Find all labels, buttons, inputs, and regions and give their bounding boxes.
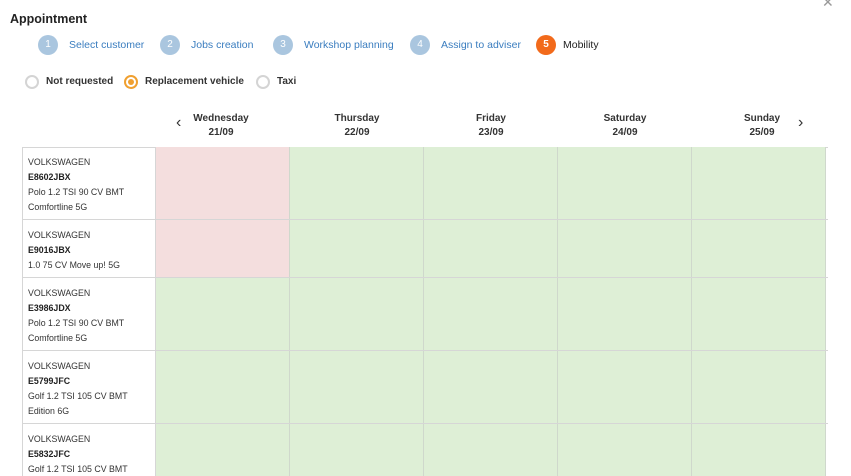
radio-circle[interactable] bbox=[256, 74, 270, 89]
vehicle-brand: VOLKSWAGEN bbox=[28, 434, 91, 444]
availability-cell[interactable] bbox=[424, 424, 558, 476]
availability-cell[interactable] bbox=[692, 147, 826, 219]
step-label: Mobility bbox=[563, 38, 599, 51]
table-row: VOLKSWAGEN E8602JBX Polo 1.2 TSI 90 CV B… bbox=[22, 147, 828, 220]
availability-cell[interactable] bbox=[156, 147, 290, 219]
vehicle-trim: Comfortline 5G bbox=[28, 333, 88, 343]
availability-cell[interactable] bbox=[424, 220, 558, 277]
availability-cell[interactable] bbox=[156, 424, 290, 476]
day-date: 22/09 bbox=[344, 127, 370, 138]
day-date: 21/09 bbox=[208, 127, 234, 138]
day-name: Friday bbox=[475, 113, 506, 124]
vehicle-info: VOLKSWAGEN E5799JFC Golf 1.2 TSI 105 CV … bbox=[22, 351, 156, 423]
table-row: VOLKSWAGEN E5832JFC Golf 1.2 TSI 105 CV … bbox=[22, 424, 828, 476]
step-label: Assign to adviser bbox=[441, 38, 521, 51]
vehicle-info: VOLKSWAGEN E3986JDX Polo 1.2 TSI 90 CV B… bbox=[22, 278, 156, 350]
availability-cell[interactable] bbox=[156, 220, 290, 277]
availability-cell[interactable] bbox=[692, 220, 826, 277]
vehicle-info: VOLKSWAGEN E9016JBX 1.0 75 CV Move up! 5… bbox=[22, 220, 156, 277]
availability-cell[interactable] bbox=[424, 351, 558, 423]
vehicle-model: 1.0 75 CV Move up! 5G bbox=[28, 260, 120, 270]
availability-cell[interactable] bbox=[424, 147, 558, 219]
vehicle-info: VOLKSWAGEN E8602JBX Polo 1.2 TSI 90 CV B… bbox=[22, 147, 156, 219]
vehicle-brand: VOLKSWAGEN bbox=[28, 288, 91, 298]
step-label: Workshop planning bbox=[304, 38, 394, 51]
step-label: Jobs creation bbox=[191, 38, 254, 51]
availability-cell[interactable] bbox=[290, 351, 424, 423]
page-title: Appointment bbox=[10, 12, 88, 26]
day-date: 25/09 bbox=[749, 127, 775, 138]
radio-taxi[interactable]: Taxi bbox=[256, 74, 296, 89]
step-number: 1 bbox=[38, 34, 58, 55]
vehicle-plate: E5799JFC bbox=[28, 376, 71, 386]
step-number: 5 bbox=[536, 34, 556, 55]
radio-not-requested[interactable]: Not requested bbox=[25, 74, 113, 89]
availability-cell[interactable] bbox=[290, 424, 424, 476]
vehicle-model: Polo 1.2 TSI 90 CV BMT bbox=[28, 187, 125, 197]
vehicle-brand: VOLKSWAGEN bbox=[28, 157, 91, 167]
radio-circle[interactable] bbox=[124, 74, 138, 89]
vehicle-plate: E9016JBX bbox=[28, 245, 71, 255]
vehicle-trim: Edition 6G bbox=[28, 406, 70, 416]
availability-cell[interactable] bbox=[424, 278, 558, 350]
step-label: Select customer bbox=[69, 38, 145, 51]
availability-grid: VOLKSWAGEN E8602JBX Polo 1.2 TSI 90 CV B… bbox=[22, 147, 828, 476]
table-row: VOLKSWAGEN E9016JBX 1.0 75 CV Move up! 5… bbox=[22, 220, 828, 278]
availability-cell[interactable] bbox=[558, 424, 692, 476]
availability-cell[interactable] bbox=[290, 220, 424, 277]
day-header-saturday: Saturday 24/09 bbox=[558, 112, 692, 140]
vehicle-brand: VOLKSWAGEN bbox=[28, 361, 91, 371]
vehicle-model: Golf 1.2 TSI 105 CV BMT bbox=[28, 391, 128, 401]
step-workshop-planning[interactable]: 3 Workshop planning bbox=[273, 34, 394, 55]
radio-label: Taxi bbox=[277, 76, 297, 87]
day-date: 23/09 bbox=[478, 127, 504, 138]
vehicle-brand: VOLKSWAGEN bbox=[28, 230, 91, 240]
day-date: 24/09 bbox=[612, 127, 638, 138]
availability-cell[interactable] bbox=[558, 147, 692, 219]
vehicle-info: VOLKSWAGEN E5832JFC Golf 1.2 TSI 105 CV … bbox=[22, 424, 156, 476]
radio-replacement-vehicle[interactable]: Replacement vehicle bbox=[124, 74, 244, 89]
step-number: 2 bbox=[160, 34, 180, 55]
step-jobs-creation[interactable]: 2 Jobs creation bbox=[160, 34, 253, 55]
availability-cell[interactable] bbox=[156, 351, 290, 423]
day-header-friday: Friday 23/09 bbox=[424, 112, 558, 140]
availability-cell[interactable] bbox=[558, 220, 692, 277]
radio-label: Not requested bbox=[46, 76, 114, 87]
availability-cell[interactable] bbox=[558, 351, 692, 423]
availability-cell[interactable] bbox=[692, 278, 826, 350]
vehicle-plate: E8602JBX bbox=[28, 172, 71, 182]
availability-cell[interactable] bbox=[290, 147, 424, 219]
step-number: 3 bbox=[273, 34, 293, 55]
day-header-sunday: Sunday 25/09 bbox=[695, 112, 829, 140]
vehicle-model: Polo 1.2 TSI 90 CV BMT bbox=[28, 318, 125, 328]
availability-cell[interactable] bbox=[156, 278, 290, 350]
step-select-customer[interactable]: 1 Select customer bbox=[38, 34, 144, 55]
table-row: VOLKSWAGEN E3986JDX Polo 1.2 TSI 90 CV B… bbox=[22, 278, 828, 351]
vehicle-plate: E5832JFC bbox=[28, 449, 71, 459]
day-name: Wednesday bbox=[193, 113, 249, 124]
day-name: Thursday bbox=[334, 113, 380, 124]
step-number: 4 bbox=[410, 34, 430, 55]
close-icon[interactable]: ✕ bbox=[822, 0, 834, 11]
availability-cell[interactable] bbox=[290, 278, 424, 350]
availability-cell[interactable] bbox=[558, 278, 692, 350]
availability-cell[interactable] bbox=[692, 351, 826, 423]
vehicle-trim: Comfortline 5G bbox=[28, 202, 88, 212]
day-name: Sunday bbox=[743, 113, 781, 124]
availability-cell[interactable] bbox=[692, 424, 826, 476]
table-row: VOLKSWAGEN E5799JFC Golf 1.2 TSI 105 CV … bbox=[22, 351, 828, 424]
day-header-wednesday: Wednesday 21/09 bbox=[154, 112, 288, 140]
step-mobility[interactable]: 5 Mobility bbox=[536, 34, 599, 55]
day-header-thursday: Thursday 22/09 bbox=[290, 112, 424, 140]
vehicle-plate: E3986JDX bbox=[28, 303, 71, 313]
vehicle-model: Golf 1.2 TSI 105 CV BMT bbox=[28, 464, 128, 474]
step-assign-to-adviser[interactable]: 4 Assign to adviser bbox=[410, 34, 521, 55]
day-name: Saturday bbox=[603, 113, 647, 124]
radio-label: Replacement vehicle bbox=[145, 76, 244, 87]
radio-circle[interactable] bbox=[25, 74, 39, 89]
